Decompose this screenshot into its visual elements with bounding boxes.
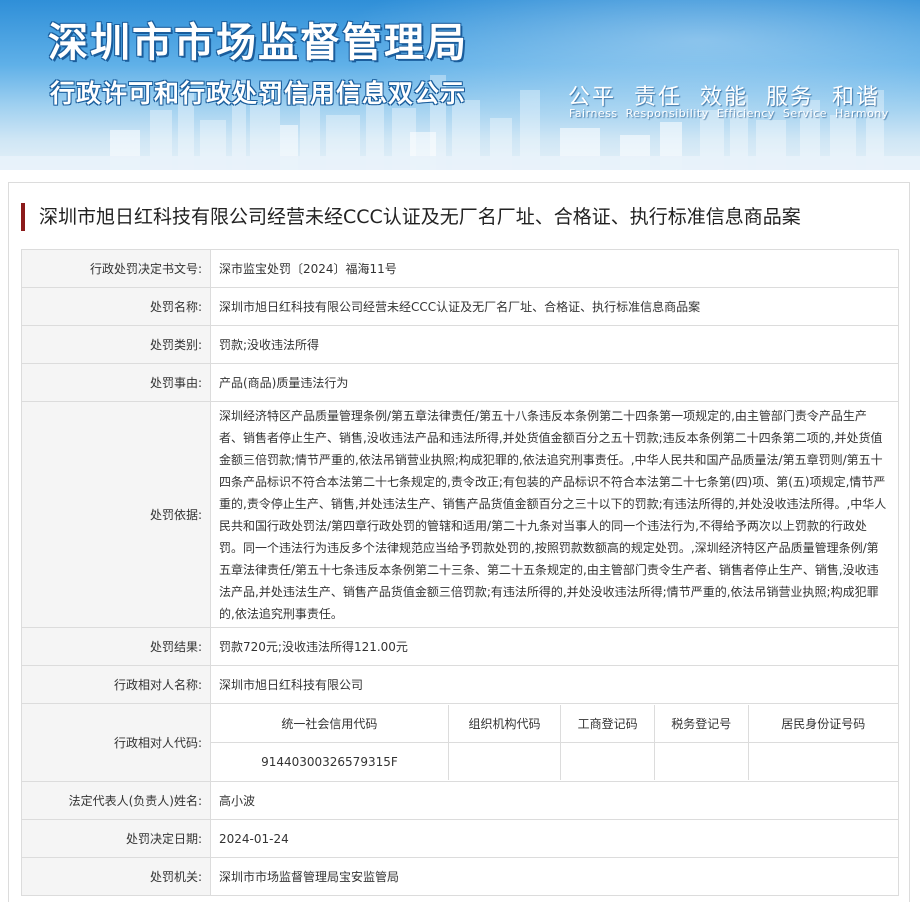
row-doc-no: 行政处罚决定书文号: 深市监宝处罚〔2024〕福海11号: [21, 249, 899, 288]
code-header-business-reg: 工商登记码: [560, 705, 655, 743]
penalty-category-label: 处罚类别:: [21, 325, 211, 364]
penalty-basis-value: 深圳经济特区产品质量管理条例/第五章法律责任/第五十八条违反本条例第二十四条第一…: [210, 401, 899, 628]
site-subtitle: 行政许可和行政处罚信用信息双公示: [50, 79, 467, 108]
doc-no-value: 深市监宝处罚〔2024〕福海11号: [210, 249, 899, 288]
row-penalty-name: 处罚名称: 深圳市旭日红科技有限公司经营未经CCC认证及无厂名厂址、合格证、执行…: [21, 287, 899, 326]
party-name-value: 深圳市旭日红科技有限公司: [210, 665, 899, 704]
code-header-tax-reg: 税务登记号: [653, 705, 749, 743]
penalty-category-value: 罚款;没收违法所得: [210, 325, 899, 364]
case-title: 深圳市旭日红科技有限公司经营未经CCC认证及无厂名厂址、合格证、执行标准信息商品…: [21, 203, 801, 231]
decision-date-value: 2024-01-24: [210, 819, 899, 858]
legal-rep-label: 法定代表人(负责人)姓名:: [21, 781, 211, 820]
penalty-result-value: 罚款720元;没收违法所得121.00元: [210, 627, 899, 666]
code-value-tax-reg: [653, 742, 749, 780]
penalty-basis-label: 处罚依据:: [21, 401, 211, 628]
case-detail-panel: 深圳市旭日红科技有限公司经营未经CCC认证及无厂名厂址、合格证、执行标准信息商品…: [8, 182, 910, 902]
code-value-org: [447, 742, 562, 780]
code-value-business-reg: [560, 742, 655, 780]
doc-no-label: 行政处罚决定书文号:: [21, 249, 211, 288]
site-title: 深圳市市场监督管理局: [48, 20, 468, 66]
row-penalty-result: 处罚结果: 罚款720元;没收违法所得121.00元: [21, 627, 899, 666]
code-value-id-card: [747, 742, 898, 780]
party-code-label: 行政相对人代码:: [21, 703, 211, 782]
party-name-label: 行政相对人名称:: [21, 665, 211, 704]
decision-date-label: 处罚决定日期:: [21, 819, 211, 858]
code-header-id-card: 居民身份证号码: [747, 705, 898, 743]
code-header-org: 组织机构代码: [447, 705, 562, 743]
code-value-credit: 91440300326579315F: [211, 742, 449, 780]
authority-label: 处罚机关:: [21, 857, 211, 896]
penalty-reason-label: 处罚事由:: [21, 363, 211, 402]
penalty-info-table: 行政处罚决定书文号: 深市监宝处罚〔2024〕福海11号 处罚名称: 深圳市旭日…: [21, 249, 899, 896]
legal-rep-value: 高小波: [210, 781, 899, 820]
party-code-table: 统一社会信用代码 组织机构代码 工商登记码 税务登记号 居民身份证号码 9144…: [211, 705, 898, 780]
row-decision-date: 处罚决定日期: 2024-01-24: [21, 819, 899, 858]
row-authority: 处罚机关: 深圳市市场监督管理局宝安监管局: [21, 857, 899, 896]
penalty-name-label: 处罚名称:: [21, 287, 211, 326]
row-party-code: 行政相对人代码: 统一社会信用代码 组织机构代码 工商登记码 税务登记号 居民身…: [21, 703, 899, 782]
code-header-credit: 统一社会信用代码: [211, 705, 449, 743]
party-code-header-row: 统一社会信用代码 组织机构代码 工商登记码 税务登记号 居民身份证号码: [211, 705, 898, 743]
party-code-cell: 统一社会信用代码 组织机构代码 工商登记码 税务登记号 居民身份证号码 9144…: [210, 703, 899, 782]
penalty-reason-value: 产品(商品)质量违法行为: [210, 363, 899, 402]
row-legal-rep: 法定代表人(负责人)姓名: 高小波: [21, 781, 899, 820]
penalty-name-value: 深圳市旭日红科技有限公司经营未经CCC认证及无厂名厂址、合格证、执行标准信息商品…: [210, 287, 899, 326]
party-code-value-row: 91440300326579315F: [211, 742, 898, 780]
row-penalty-basis: 处罚依据: 深圳经济特区产品质量管理条例/第五章法律责任/第五十八条违反本条例第…: [21, 401, 899, 628]
row-penalty-category: 处罚类别: 罚款;没收违法所得: [21, 325, 899, 364]
row-penalty-reason: 处罚事由: 产品(商品)质量违法行为: [21, 363, 899, 402]
header-banner: 深圳市市场监督管理局 行政许可和行政处罚信用信息双公示 公平 责任 效能 服务 …: [0, 0, 920, 170]
authority-value: 深圳市市场监督管理局宝安监管局: [210, 857, 899, 896]
row-party-name: 行政相对人名称: 深圳市旭日红科技有限公司: [21, 665, 899, 704]
core-values-en: Fairness Responsibility Efficiency Servi…: [569, 107, 889, 120]
penalty-result-label: 处罚结果:: [21, 627, 211, 666]
